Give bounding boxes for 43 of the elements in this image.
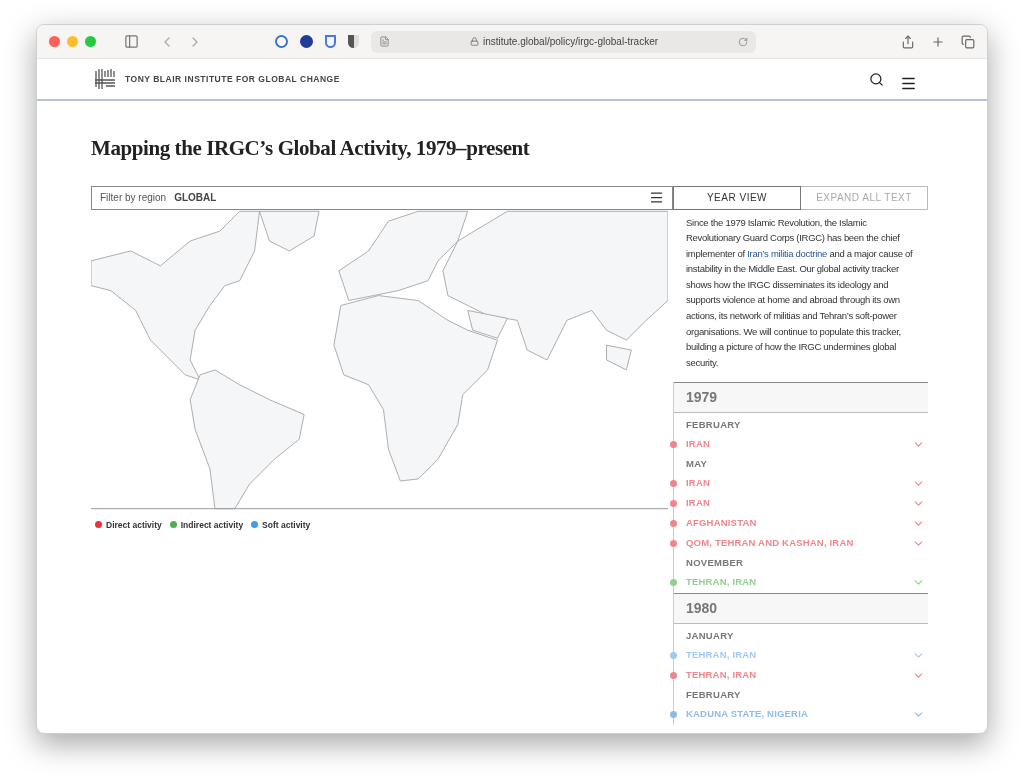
close-window-icon[interactable] [49,36,60,47]
logo-icon [93,67,117,91]
tabs-overview-icon[interactable] [961,34,975,49]
shield-icon[interactable] [348,35,359,48]
month-label: MAY [685,456,709,471]
menu-icon[interactable] [649,190,664,205]
region-filter[interactable]: Filter by region GLOBAL [91,185,673,210]
extension-icon[interactable] [300,35,313,48]
url-text: institute.global/policy/irgc-global-tracker [482,35,659,49]
legend-label: Indirect activity [180,518,244,532]
timeline-event[interactable]: TEHRAN, IRAN [674,645,928,666]
timeline-event[interactable]: TEHRAN, IRAN [674,665,928,686]
militia-doctrine-link[interactable]: Iran’s militia doctrine [747,247,828,259]
sidebar-icon[interactable] [124,34,139,49]
page-title: Mapping the IRGC’s Global Activity, 1979–present [91,135,531,162]
month-label: NOVEMBER [685,555,745,570]
year-header: 1980 [674,593,928,625]
timeline-event[interactable]: IRAN [674,493,928,514]
view-tab[interactable]: EXPAND ALL TEXT [801,185,928,210]
shield-extension-icon[interactable] [325,35,336,48]
timeline-event[interactable]: KADUNA STATE, NIGERIA [674,704,928,725]
lock-icon [469,37,479,46]
legend-label: Soft activity [262,518,311,532]
new-tab-icon[interactable] [931,34,945,49]
reload-icon[interactable] [738,36,748,47]
timeline-event[interactable]: QOM, TEHRAN AND KASHAN, IRAN [674,533,928,554]
extension-icon[interactable] [275,35,288,48]
share-icon[interactable] [901,34,915,49]
year-header: 1979 [674,382,928,414]
search-icon[interactable] [869,71,884,87]
legend-label: Direct activity [106,518,162,532]
view-tab[interactable]: YEAR VIEW [673,185,801,210]
intro-paragraph: Since the 1979 Islamic Revolution, the Islamic Revolutionary Guard Corps (IRGC) has been the chief implementer of Iran’s militia doctrine and a major cause of instability in the Middle East. Our global activity tracker shows how the IRGC disseminates its ideology and supports violence at home and abroad through its own actions, its network of militias and Tehran’s soft-power organisations. We will continue to populate this tracker, building a picture of how the IRGC undermines global security. [685,215,914,370]
month-label: JANUARY [685,628,735,643]
page-icon [379,36,390,47]
timeline-event[interactable]: IRAN [674,434,928,455]
month-label: FEBRUARY [685,687,742,702]
month-label: FEBRUARY [685,417,742,432]
timeline-event[interactable]: TEHRAN, IRAN [674,572,928,593]
site-logo-text[interactable]: TONY BLAIR INSTITUTE FOR GLOBAL CHANGE [125,72,340,86]
address-bar[interactable]: institute.global/policy/irgc-global-tracker [371,30,756,53]
timeline-event[interactable]: IRAN [674,473,928,494]
timeline-event[interactable]: AFGHANISTAN [674,513,928,534]
